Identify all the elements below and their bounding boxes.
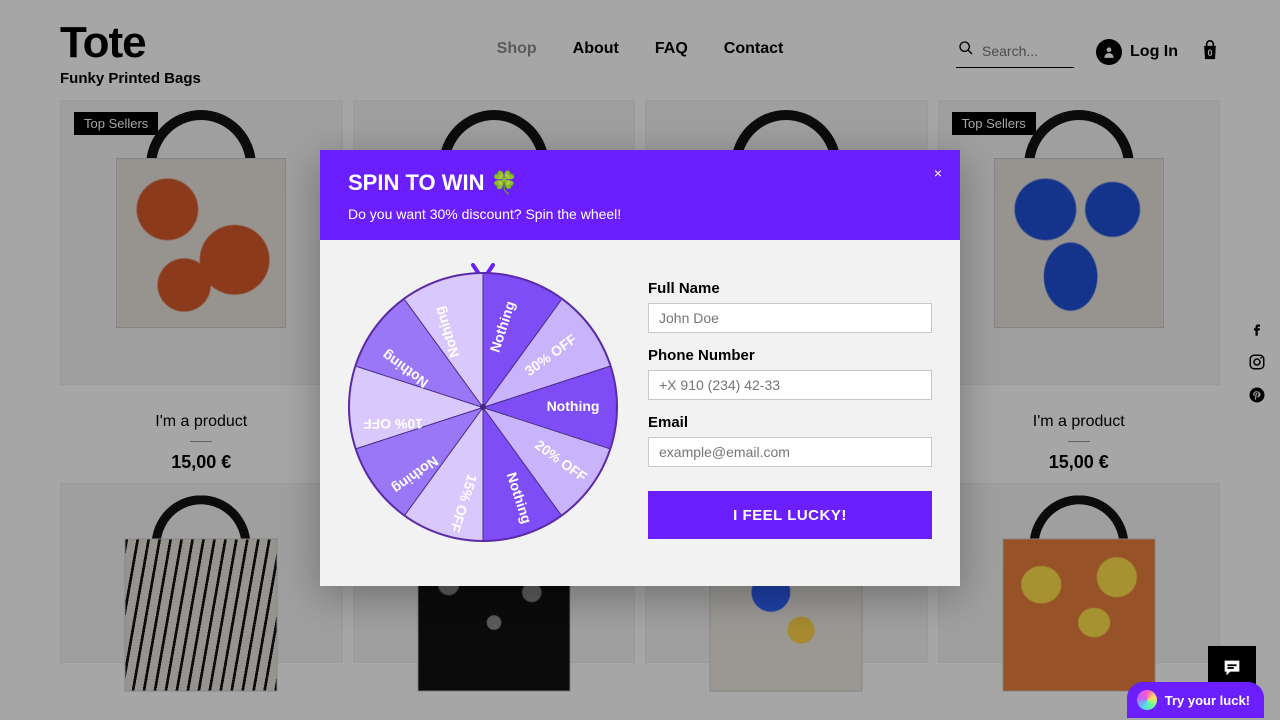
wheel-spoke: [483, 408, 484, 541]
wheel-segment-label: Nothing: [479, 277, 525, 377]
wheel-segment-label: Nothing: [523, 398, 623, 414]
full-name-label: Full Name: [648, 280, 932, 297]
wheel-segment-label: 10% OFF: [343, 416, 443, 432]
try-luck-pill[interactable]: Try your luck!: [1127, 682, 1264, 718]
spin-form: Full Name Phone Number Email I FEEL LUCK…: [648, 262, 932, 552]
wheel-segment-label: 20% OFF: [516, 425, 606, 497]
full-name-input[interactable]: [648, 303, 932, 333]
wheel-segment-label: 15% OFF: [441, 453, 487, 553]
close-button[interactable]: ×: [934, 166, 942, 180]
email-input[interactable]: [648, 437, 932, 467]
email-label: Email: [648, 414, 932, 431]
wheel-segment-label: Nothing: [496, 448, 542, 548]
spin-button[interactable]: I FEEL LUCKY!: [648, 491, 932, 539]
wheel-segment-label: Nothing: [424, 282, 470, 382]
modal-body: Nothing30% OFFNothing20% OFFNothing15% O…: [320, 240, 960, 586]
modal-subtitle: Do you want 30% discount? Spin the wheel…: [348, 206, 932, 222]
chat-icon: [1221, 657, 1243, 684]
rainbow-orb-icon: [1137, 690, 1157, 710]
wheel-spoke: [483, 275, 484, 408]
modal-header: SPIN TO WIN 🍀 Do you want 30% discount? …: [320, 150, 960, 240]
try-luck-label: Try your luck!: [1165, 693, 1250, 708]
modal-title: SPIN TO WIN 🍀: [348, 170, 932, 196]
phone-label: Phone Number: [648, 347, 932, 364]
wheel-segment-label: 30% OFF: [505, 319, 595, 391]
spin-modal: × SPIN TO WIN 🍀 Do you want 30% discount…: [320, 150, 960, 586]
phone-input[interactable]: [648, 370, 932, 400]
prize-wheel[interactable]: Nothing30% OFFNothing20% OFFNothing15% O…: [348, 262, 618, 552]
